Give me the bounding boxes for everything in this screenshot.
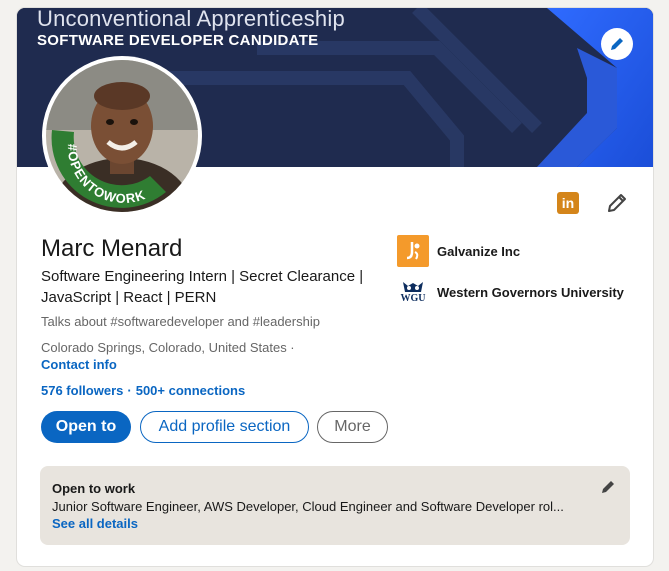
followers-link[interactable]: 576 followers [41,383,123,398]
pencil-icon [608,194,626,212]
open-to-button[interactable]: Open to [41,411,131,443]
contact-info-link[interactable]: Contact info [41,357,117,372]
network-stats: 576 followers · 500+ connections [41,383,245,398]
open-to-work-description: Junior Software Engineer, AWS Developer,… [52,499,564,514]
add-profile-section-button[interactable]: Add profile section [140,411,309,443]
connections-link[interactable]: 500+ connections [136,383,245,398]
profile-card: Unconventional Apprenticeship SOFTWARE D… [17,8,653,566]
edit-open-to-work-button[interactable] [600,479,616,500]
profile-name: Marc Menard [41,235,183,262]
separator: · [127,383,132,398]
pencil-icon [602,481,614,493]
education-item-wgu[interactable]: WGU Western Governors University [397,276,624,308]
education-label: Western Governors University [437,284,624,300]
wgu-logo-text: WGU [400,293,426,304]
open-to-work-card: Open to work Junior Software Engineer, A… [40,466,630,545]
galvanize-logo-icon [397,235,429,267]
pencil-icon [611,38,623,50]
profile-location: Colorado Springs, Colorado, United State… [41,340,295,355]
more-button[interactable]: More [317,411,388,443]
experience-item-galvanize[interactable]: Galvanize Inc [397,235,520,267]
avatar[interactable]: #OPENTOWORK [42,56,202,216]
experience-label: Galvanize Inc [437,243,521,259]
wgu-logo-icon: WGU [397,276,429,308]
banner-subtitle: SOFTWARE DEVELOPER CANDIDATE [37,32,319,49]
profile-photo: #OPENTOWORK [46,60,198,212]
talks-about: Talks about #softwaredeveloper and #lead… [41,314,320,329]
edit-banner-button[interactable] [601,28,633,60]
profile-headline: Software Engineering Intern | Secret Cle… [41,268,364,306]
linkedin-badge-icon[interactable]: in [557,192,579,214]
see-all-details-link[interactable]: See all details [52,516,138,531]
open-to-work-title: Open to work [52,481,136,496]
edit-intro-button[interactable] [605,191,629,220]
banner-title: Unconventional Apprenticeship [37,8,345,31]
